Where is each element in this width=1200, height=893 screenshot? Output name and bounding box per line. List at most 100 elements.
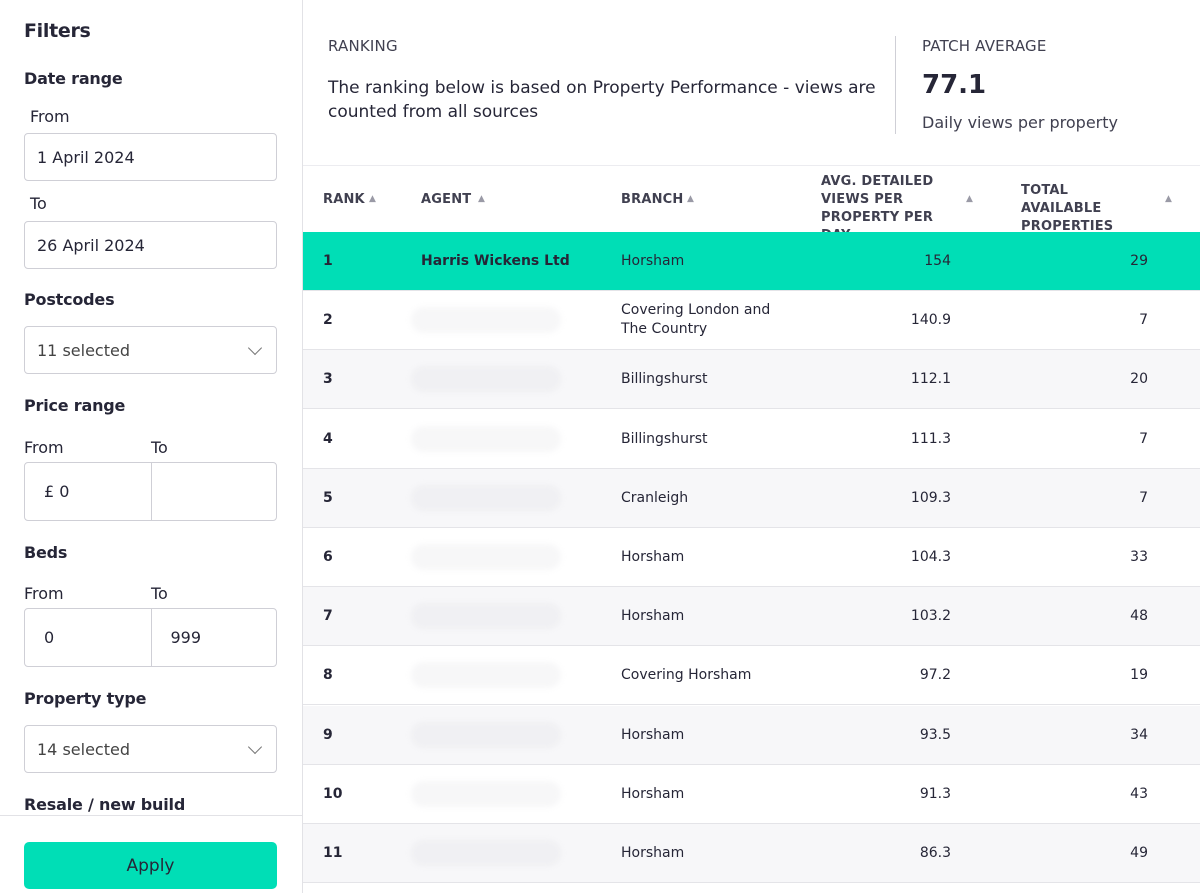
apply-button[interactable]: Apply	[24, 842, 277, 889]
redacted-agent-name	[411, 426, 561, 452]
date-range-label: Date range	[24, 69, 123, 88]
price-from-input[interactable]: £ 0	[25, 463, 151, 520]
price-from-label: From	[24, 438, 64, 457]
avg-views-cell: 109.3	[910, 490, 951, 506]
beds-from-input[interactable]: 0	[25, 609, 151, 666]
beds-label: Beds	[24, 543, 68, 562]
agent-cell: Harris Wickens Ltd	[421, 253, 570, 269]
redacted-agent-name	[411, 544, 561, 570]
rank-cell: 8	[323, 667, 333, 683]
table-row[interactable]: 3 Billingshurst 112.1 20	[303, 350, 1200, 409]
branch-cell: Horsham	[621, 844, 685, 861]
postcodes-value: 11 selected	[37, 340, 130, 360]
beds-from-label: From	[24, 584, 64, 603]
total-properties-cell: 48	[1130, 608, 1148, 624]
patch-average-subtitle: Daily views per property	[922, 113, 1118, 132]
price-from-value: £ 0	[44, 482, 70, 501]
total-properties-cell: 7	[1139, 431, 1148, 447]
rank-cell: 1	[323, 253, 333, 269]
chevron-down-icon	[247, 739, 263, 755]
column-branch-label: BRANCH	[621, 192, 684, 207]
date-to-label: To	[30, 194, 47, 213]
beds-from-value: 0	[44, 628, 55, 647]
avg-views-cell: 140.9	[910, 312, 951, 328]
table-header: RANK ▲ AGENT ▲ BRANCH ▲ AVG. DETAILED VI…	[303, 165, 1200, 243]
ranking-heading: RANKING	[328, 37, 398, 55]
patch-average-value: 77.1	[922, 70, 987, 100]
beds-to-value: 999	[170, 628, 202, 647]
rank-cell: 10	[323, 786, 343, 802]
sort-icon[interactable]: ▲	[1165, 194, 1172, 204]
redacted-agent-name	[411, 840, 561, 866]
rank-cell: 3	[323, 371, 333, 387]
branch-cell: Horsham	[621, 785, 685, 802]
branch-cell: Horsham	[621, 607, 685, 624]
sort-icon[interactable]: ▲	[966, 194, 973, 204]
postcodes-select[interactable]: 11 selected	[24, 326, 277, 374]
total-properties-cell: 43	[1130, 786, 1148, 802]
rank-cell: 11	[323, 845, 343, 861]
price-range-label: Price range	[24, 396, 126, 415]
branch-cell: Cranleigh	[621, 489, 689, 506]
branch-cell: Covering Horsham	[621, 666, 752, 683]
branch-cell: Covering London and The Country	[621, 302, 771, 337]
table-row[interactable]: 5 Cranleigh 109.3 7	[303, 469, 1200, 528]
date-to-input[interactable]: 26 April 2024	[24, 221, 277, 269]
property-type-value: 14 selected	[37, 739, 130, 759]
total-properties-cell: 49	[1130, 845, 1148, 861]
total-properties-cell: 33	[1130, 549, 1148, 565]
column-total-label: TOTAL AVAILABLE PROPERTIES	[1021, 183, 1114, 234]
property-type-select[interactable]: 14 selected	[24, 725, 277, 773]
avg-views-cell: 86.3	[919, 845, 951, 861]
avg-views-cell: 112.1	[910, 371, 951, 387]
avg-views-cell: 93.5	[919, 727, 951, 743]
rank-cell: 9	[323, 727, 333, 743]
column-header-total-properties[interactable]: TOTAL AVAILABLE PROPERTIES	[1021, 182, 1151, 236]
column-header-rank[interactable]: RANK	[323, 191, 365, 209]
redacted-agent-name	[411, 485, 561, 511]
ranking-panel: RANKING The ranking below is based on Pr…	[303, 0, 1200, 893]
rank-cell: 7	[323, 608, 333, 624]
branch-cell: Billingshurst	[621, 430, 708, 447]
ranking-description: The ranking below is based on Property P…	[328, 78, 876, 122]
table-row[interactable]: 10 Horsham 91.3 43	[303, 765, 1200, 824]
redacted-agent-name	[411, 366, 561, 392]
beds-to-input[interactable]: 999	[150, 609, 277, 666]
date-to-value: 26 April 2024	[37, 235, 145, 255]
table-row[interactable]: 6 Horsham 104.3 33	[303, 528, 1200, 587]
patch-average-heading: PATCH AVERAGE	[922, 37, 1047, 55]
sort-icon[interactable]: ▲	[478, 194, 485, 204]
column-agent-label: AGENT	[421, 192, 472, 207]
table-row[interactable]: 9 Horsham 93.5 34	[303, 706, 1200, 765]
redacted-agent-name	[411, 603, 561, 629]
filters-sidebar: Filters Date range From 1 April 2024 To …	[0, 0, 303, 893]
price-to-label: To	[151, 438, 168, 457]
table-row[interactable]: 11 Horsham 86.3 49	[303, 824, 1200, 883]
price-to-input[interactable]	[150, 463, 277, 520]
date-from-input[interactable]: 1 April 2024	[24, 133, 277, 181]
table-row[interactable]: 4 Billingshurst 111.3 7	[303, 410, 1200, 469]
total-properties-cell: 7	[1139, 490, 1148, 506]
total-properties-cell: 7	[1139, 312, 1148, 328]
column-header-agent[interactable]: AGENT	[421, 191, 471, 209]
avg-views-cell: 103.2	[910, 608, 951, 624]
redacted-agent-name	[411, 722, 561, 748]
branch-cell: Horsham	[621, 726, 685, 743]
date-from-value: 1 April 2024	[37, 147, 135, 167]
avg-views-cell: 91.3	[919, 786, 951, 802]
branch-cell: Horsham	[621, 548, 685, 565]
redacted-agent-name	[411, 781, 561, 807]
table-row[interactable]: 8 Covering Horsham 97.2 19	[303, 646, 1200, 705]
table-row[interactable]: 7 Horsham 103.2 48	[303, 587, 1200, 646]
column-header-branch[interactable]: BRANCH	[621, 191, 683, 209]
sort-icon[interactable]: ▲	[369, 194, 376, 204]
avg-views-cell: 154	[924, 253, 951, 269]
property-type-label: Property type	[24, 689, 147, 708]
total-properties-cell: 19	[1130, 667, 1148, 683]
table-row[interactable]: 1 Harris Wickens Ltd Horsham 154 29	[303, 232, 1200, 291]
branch-cell: Billingshurst	[621, 370, 708, 387]
chevron-down-icon	[247, 340, 263, 356]
summary-divider	[895, 36, 896, 134]
table-row[interactable]: 2 Covering London and The Country 140.9 7	[303, 291, 1200, 350]
sort-icon[interactable]: ▲	[687, 194, 694, 204]
